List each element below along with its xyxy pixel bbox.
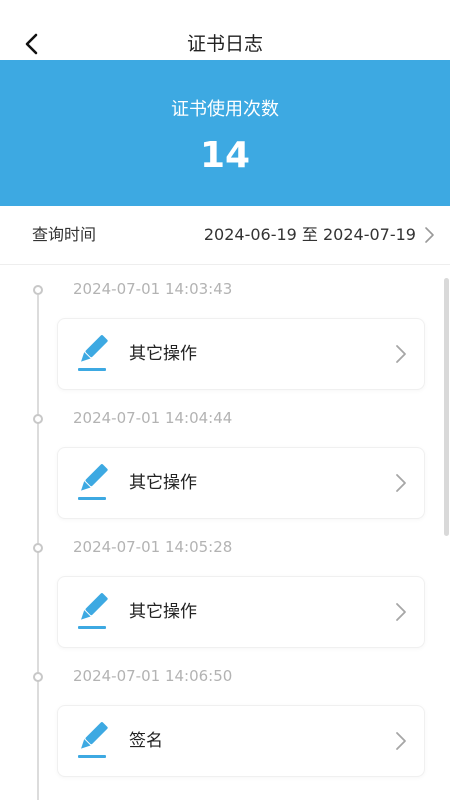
log-action-label: 其它操作 xyxy=(129,473,197,493)
chevron-right-icon xyxy=(396,603,406,621)
log-action-label: 其它操作 xyxy=(129,344,197,364)
chevron-right-icon xyxy=(396,345,406,363)
log-timeline-list[interactable]: 2024-07-01 14:03:43 其它操作 2024-07-01 14:0… xyxy=(0,265,450,800)
certificate-log-page: 证书日志 证书使用次数 14 查询时间 2024-06-19 至 2024-07… xyxy=(0,0,450,800)
log-action-label: 签名 xyxy=(129,731,163,751)
log-entry: 2024-07-01 14:03:43 其它操作 xyxy=(0,265,450,394)
log-entry: 2024-07-01 14:04:44 其它操作 xyxy=(0,394,450,523)
timeline-dot xyxy=(33,543,43,553)
log-timestamp: 2024-07-01 14:04:44 xyxy=(73,409,233,427)
log-entry: 2024-07-01 14:05:28 其它操作 xyxy=(0,523,450,652)
log-entry-card[interactable]: 其它操作 xyxy=(57,576,425,648)
pencil-icon xyxy=(78,593,108,629)
pencil-icon xyxy=(78,335,108,371)
usage-count-banner: 证书使用次数 14 xyxy=(0,60,450,206)
query-time-row[interactable]: 查询时间 2024-06-19 至 2024-07-19 xyxy=(0,206,450,265)
nav-bar: 证书日志 xyxy=(0,0,450,60)
log-entry-card[interactable]: 其它操作 xyxy=(57,447,425,519)
usage-count-value: 14 xyxy=(199,135,251,176)
query-time-label: 查询时间 xyxy=(32,225,97,244)
log-action-label: 其它操作 xyxy=(129,602,197,622)
query-date-range: 2024-06-19 至 2024-07-19 xyxy=(203,225,416,244)
timeline-dot xyxy=(33,414,43,424)
log-timestamp: 2024-07-01 14:06:50 xyxy=(73,667,233,685)
chevron-right-icon xyxy=(425,227,434,243)
pencil-icon xyxy=(78,464,108,500)
log-entry-card[interactable]: 签名 xyxy=(57,705,425,777)
chevron-right-icon xyxy=(396,474,406,492)
usage-count-label: 证书使用次数 xyxy=(171,99,279,120)
chevron-right-icon xyxy=(396,732,406,750)
log-entry: 2024-07-01 14:06:50 签名 xyxy=(0,652,450,781)
log-entry-card[interactable]: 其它操作 xyxy=(57,318,425,390)
page-title: 证书日志 xyxy=(186,33,263,55)
timeline-dot xyxy=(33,285,43,295)
pencil-icon xyxy=(78,722,108,758)
timeline-dot xyxy=(33,672,43,682)
scrollbar[interactable] xyxy=(444,278,449,536)
log-timestamp: 2024-07-01 14:03:43 xyxy=(73,280,233,298)
log-timestamp: 2024-07-01 14:05:28 xyxy=(73,538,233,556)
